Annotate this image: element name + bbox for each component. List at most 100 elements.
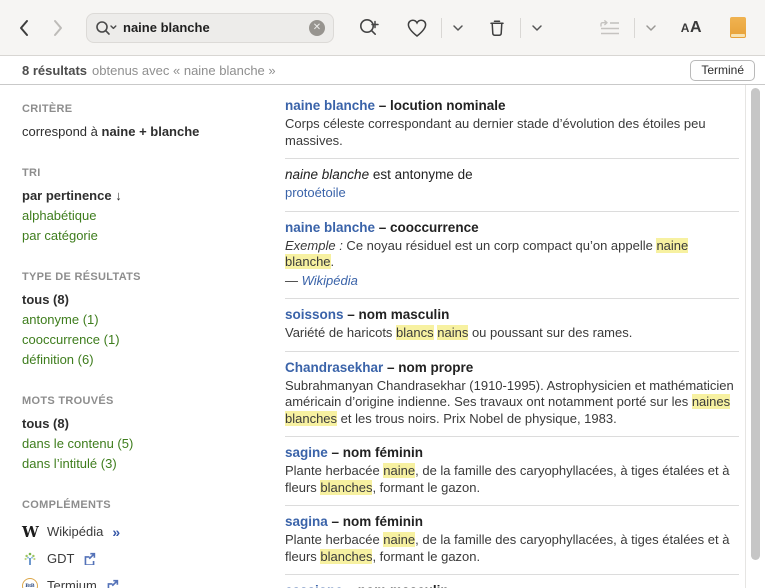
sort-option-relevance[interactable]: par pertinence ↓: [22, 186, 285, 206]
panels-menu-button[interactable]: [642, 12, 660, 44]
filters-sidebar: CRITÈRE correspond à naine + blanche TRI…: [0, 85, 285, 588]
forward-button[interactable]: [46, 12, 70, 44]
search-input[interactable]: [123, 20, 309, 35]
words-filter-heading[interactable]: dans l’intitulé (3): [22, 454, 285, 474]
list-arrow-icon: [598, 18, 622, 38]
sort-option-category[interactable]: par catégorie: [22, 226, 285, 246]
words-filter-all[interactable]: tous (8): [22, 414, 285, 434]
type-filter-antonym[interactable]: antonyme (1): [22, 310, 285, 330]
entry-headword-link[interactable]: Chandrasekhar: [285, 360, 383, 375]
entry-heading: naine blanche est antonyme de: [285, 166, 739, 183]
entry-headword-link[interactable]: naine blanche: [285, 98, 375, 113]
wikipedia-source-link[interactable]: Wikipédia: [302, 273, 358, 288]
criterion-section: CRITÈRE correspond à naine + blanche: [22, 103, 285, 142]
search-field[interactable]: ✕: [86, 13, 334, 43]
result-entry[interactable]: naine blanche – cooccurrence Exemple : C…: [285, 212, 739, 300]
type-filter-definition[interactable]: définition (6): [22, 350, 285, 370]
dictionary-button[interactable]: [725, 12, 751, 44]
entry-headword-link[interactable]: sagina: [285, 514, 328, 529]
result-entry[interactable]: Chandrasekhar – nom propre Subrahmanyan …: [285, 352, 739, 438]
results-description: obtenus avec « naine blanche »: [92, 63, 276, 78]
complement-gdt[interactable]: GDT: [22, 545, 285, 572]
entry-heading: naine blanche – locution nominale: [285, 97, 739, 114]
entry-body: Subrahmanyan Chandrasekhar (1910-1995). …: [285, 378, 739, 428]
entry-headword-link[interactable]: cassiope: [285, 583, 343, 588]
result-types-section: TYPE DE RÉSULTATS tous (8) antonyme (1) …: [22, 271, 285, 370]
done-button[interactable]: Terminé: [690, 60, 755, 81]
result-entry[interactable]: sagina – nom féminin Plante herbacée nai…: [285, 506, 739, 575]
entry-body: Exemple : Ce noyau résiduel est un corp …: [285, 238, 739, 271]
external-link-icon: [106, 579, 119, 588]
toolbar: ✕: [0, 0, 765, 56]
new-search-button[interactable]: [352, 12, 386, 44]
criterion-value: correspond à naine + blanche: [22, 122, 285, 142]
back-button[interactable]: [12, 12, 36, 44]
entry-body: Plante herbacée naine, de la famille des…: [285, 463, 739, 496]
scrollbar-thumb[interactable]: [751, 88, 760, 560]
entry-body: protoétoile: [285, 185, 739, 202]
external-link-icon: [83, 552, 96, 565]
text-size-button[interactable]: AA: [676, 12, 707, 44]
gdt-tree-icon: [22, 550, 38, 567]
panels-button[interactable]: [593, 12, 627, 44]
result-types-title: TYPE DE RÉSULTATS: [22, 271, 285, 283]
entry-headword-link[interactable]: naine blanche: [285, 220, 375, 235]
result-entry[interactable]: naine blanche – locution nominale Corps …: [285, 90, 739, 159]
result-entry[interactable]: naine blanche est antonyme de protoétoil…: [285, 159, 739, 212]
search-plus-icon: [357, 17, 381, 39]
orange-book-icon: [730, 17, 746, 38]
entry-body: Corps céleste correspondant au dernier s…: [285, 116, 739, 149]
chevron-down-icon: [645, 24, 657, 32]
entry-headword-link[interactable]: sagine: [285, 445, 328, 460]
wikipedia-icon: W: [22, 523, 38, 541]
words-filter-content[interactable]: dans le contenu (5): [22, 434, 285, 454]
double-arrow-icon: »: [112, 524, 120, 540]
entry-headword-link[interactable]: soissons: [285, 307, 344, 322]
termium-icon: BtB: [22, 578, 38, 588]
antonym-link[interactable]: protoétoile: [285, 185, 346, 200]
type-filter-cooccurrence[interactable]: cooccurrence (1): [22, 330, 285, 350]
favorites-button[interactable]: [400, 12, 434, 44]
complements-section: COMPLÉMENTS W Wikipédia » GDT: [22, 499, 285, 588]
trash-icon: [486, 17, 508, 39]
favorites-menu-button[interactable]: [449, 12, 467, 44]
chevron-left-icon: [17, 18, 31, 38]
result-entry[interactable]: cassiope – nom masculin Arbrisseau origi…: [285, 575, 739, 588]
criterion-title: CRITÈRE: [22, 103, 285, 115]
toolbar-divider: [441, 18, 442, 38]
toolbar-divider: [634, 18, 635, 38]
results-count: 8 résultats: [22, 63, 87, 78]
sort-option-alphabetical[interactable]: alphabétique: [22, 206, 285, 226]
heart-icon: [405, 17, 429, 39]
words-found-title: MOTS TROUVÉS: [22, 395, 285, 407]
entry-heading: soissons – nom masculin: [285, 306, 739, 323]
results-header: 8 résultats obtenus avec « naine blanche…: [0, 56, 765, 85]
sort-title: TRI: [22, 167, 285, 179]
entry-body: Variété de haricots blancs nains ou pous…: [285, 325, 739, 342]
type-filter-all[interactable]: tous (8): [22, 290, 285, 310]
complement-wikipedia[interactable]: W Wikipédia »: [22, 518, 285, 545]
chevron-right-icon: [51, 18, 65, 38]
scrollbar-track[interactable]: [745, 85, 765, 588]
entry-source: — Wikipédia: [285, 273, 739, 290]
entry-heading: sagine – nom féminin: [285, 444, 739, 461]
entry-body: Plante herbacée naine, de la famille des…: [285, 532, 739, 565]
entry-heading: sagina – nom féminin: [285, 513, 739, 530]
text-size-icon: AA: [681, 19, 702, 37]
complements-title: COMPLÉMENTS: [22, 499, 285, 511]
results-list: naine blanche – locution nominale Corps …: [285, 85, 745, 588]
entry-heading: cassiope – nom masculin: [285, 582, 739, 588]
search-scope-icon[interactable]: [95, 20, 117, 36]
chevron-down-icon: [531, 24, 543, 32]
chevron-down-icon: [452, 24, 464, 32]
entry-heading: naine blanche – cooccurrence: [285, 219, 739, 236]
complement-termium[interactable]: BtB Termium: [22, 572, 285, 588]
result-entry[interactable]: sagine – nom féminin Plante herbacée nai…: [285, 437, 739, 506]
clear-search-icon[interactable]: ✕: [309, 20, 325, 36]
toolbar-divider: [520, 18, 521, 38]
delete-menu-button[interactable]: [528, 12, 546, 44]
result-entry[interactable]: soissons – nom masculin Variété de haric…: [285, 299, 739, 352]
entry-heading: Chandrasekhar – nom propre: [285, 359, 739, 376]
delete-button[interactable]: [481, 12, 513, 44]
sort-section: TRI par pertinence ↓ alphabétique par ca…: [22, 167, 285, 246]
